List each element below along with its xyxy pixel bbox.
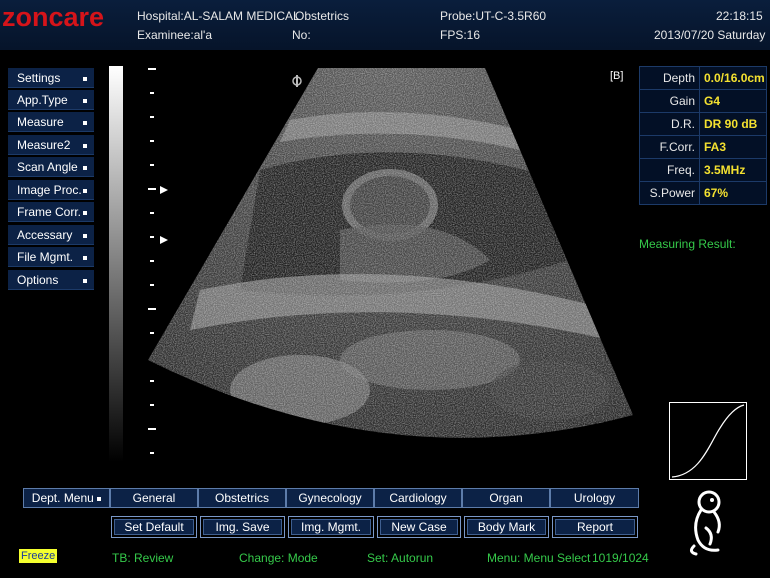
- menu-item-label: Options: [17, 273, 59, 287]
- status-change: Change: Mode: [239, 551, 318, 565]
- param-value: DR 90 dB: [704, 117, 758, 131]
- body-mark-button[interactable]: Body Mark: [464, 516, 549, 538]
- param-gain: Gain G4: [640, 90, 766, 113]
- menu-dot-icon: [83, 99, 87, 103]
- menu-item-app-type[interactable]: App.Type: [8, 90, 94, 110]
- menu-item-scan-angle[interactable]: Scan Angle: [8, 157, 94, 177]
- clock-time: 22:18:15: [716, 9, 763, 23]
- menu-item-accessary[interactable]: Accessary: [8, 225, 94, 245]
- param-value: 0.0/16.0cm: [704, 71, 765, 85]
- examinee-name: Examinee:al'a: [137, 28, 212, 42]
- freeze-indicator: Freeze: [19, 549, 58, 563]
- menu-item-file-mgmt[interactable]: File Mgmt.: [8, 247, 94, 267]
- ultrasound-image[interactable]: [140, 60, 640, 480]
- tab-general[interactable]: General: [110, 488, 198, 508]
- frame-counter: 1019/1024: [592, 551, 649, 565]
- param-value: 67%: [704, 186, 729, 200]
- fetus-body-mark-icon[interactable]: [684, 488, 734, 558]
- menu-item-label: File Mgmt.: [17, 250, 74, 264]
- tab-gynecology[interactable]: Gynecology: [286, 488, 374, 508]
- param-label: Freq.: [640, 159, 700, 181]
- menu-item-measure[interactable]: Measure: [8, 112, 94, 132]
- menu-item-settings[interactable]: Settings: [8, 68, 94, 88]
- param-label: Gain: [640, 90, 700, 112]
- menu-item-label: Settings: [17, 71, 61, 85]
- tab-urology[interactable]: Urology: [550, 488, 639, 508]
- menu-item-label: Image Proc.: [17, 183, 82, 197]
- param-dynamic-range: D.R. DR 90 dB: [640, 113, 766, 136]
- gamma-curve-box: [669, 402, 747, 480]
- param-depth: Depth 0.0/16.0cm: [640, 67, 766, 90]
- header-bar: [0, 0, 770, 50]
- param-frame-corr: F.Corr. FA3: [640, 136, 766, 159]
- img-mgmt-button[interactable]: Img. Mgmt.: [288, 516, 374, 538]
- param-label: Depth: [640, 67, 700, 89]
- gamma-curve-icon: [671, 404, 745, 478]
- patient-no: No:: [292, 28, 311, 42]
- status-menu: Menu: Menu Select: [487, 551, 591, 565]
- tab-organ[interactable]: Organ: [462, 488, 550, 508]
- measuring-result-label: Measuring Result:: [639, 237, 736, 251]
- menu-item-label: Measure: [17, 115, 64, 129]
- menu-dot-icon: [83, 256, 87, 260]
- img-save-button[interactable]: Img. Save: [200, 516, 285, 538]
- mode-label: [B]: [610, 70, 624, 82]
- menu-dot-icon: [83, 279, 87, 283]
- orientation-marker-icon: [292, 75, 302, 87]
- param-value: FA3: [704, 140, 727, 154]
- hospital-name: Hospital:AL-SALAM MEDICAL: [137, 9, 300, 23]
- clock-date: 2013/07/20 Saturday: [654, 28, 766, 42]
- param-label: F.Corr.: [640, 136, 700, 158]
- menu-dot-icon: [97, 496, 102, 501]
- status-tb: TB: Review: [112, 551, 174, 565]
- tab-dept-menu[interactable]: Dept. Menu: [23, 488, 110, 508]
- param-value: 3.5MHz: [704, 163, 746, 177]
- param-frequency: Freq. 3.5MHz: [640, 159, 766, 182]
- tab-label: Dept. Menu: [31, 491, 94, 505]
- tab-cardiology[interactable]: Cardiology: [374, 488, 462, 508]
- report-button[interactable]: Report: [552, 516, 638, 538]
- parameter-panel: Depth 0.0/16.0cm Gain G4 D.R. DR 90 dB F.Co…: [639, 66, 767, 205]
- menu-dot-icon: [83, 234, 87, 238]
- menu-dot-icon: [83, 211, 87, 215]
- probe-info: Probe:UT-C-3.5R60: [440, 9, 547, 23]
- param-value: G4: [704, 94, 721, 108]
- menu-dot-icon: [83, 144, 87, 148]
- status-set: Set: Autorun: [367, 551, 434, 565]
- menu-dot-icon: [83, 166, 87, 170]
- tab-obstetrics[interactable]: Obstetrics: [198, 488, 286, 508]
- menu-item-label: Accessary: [17, 228, 73, 242]
- menu-item-frame-corr[interactable]: Frame Corr.: [8, 202, 94, 222]
- grayscale-bar: [109, 66, 123, 462]
- set-default-button[interactable]: Set Default: [111, 516, 197, 538]
- menu-item-label: Measure2: [17, 138, 71, 152]
- menu-dot-icon: [83, 77, 87, 81]
- param-sound-power: S.Power 67%: [640, 182, 766, 204]
- param-label: D.R.: [640, 113, 700, 135]
- menu-dot-icon: [83, 121, 87, 125]
- zoncare-logo: zoncare: [2, 2, 105, 32]
- menu-item-label: Scan Angle: [17, 160, 78, 174]
- menu-dot-icon: [83, 189, 87, 193]
- menu-item-options[interactable]: Options: [8, 270, 94, 290]
- exam-type: Obstetrics: [295, 9, 350, 23]
- fps-info: FPS:16: [440, 28, 481, 42]
- menu-item-measure2[interactable]: Measure2: [8, 135, 94, 155]
- menu-item-label: App.Type: [17, 93, 68, 107]
- menu-item-label: Frame Corr.: [17, 205, 82, 219]
- param-label: S.Power: [640, 182, 700, 204]
- menu-item-image-proc[interactable]: Image Proc.: [8, 180, 94, 200]
- new-case-button[interactable]: New Case: [377, 516, 461, 538]
